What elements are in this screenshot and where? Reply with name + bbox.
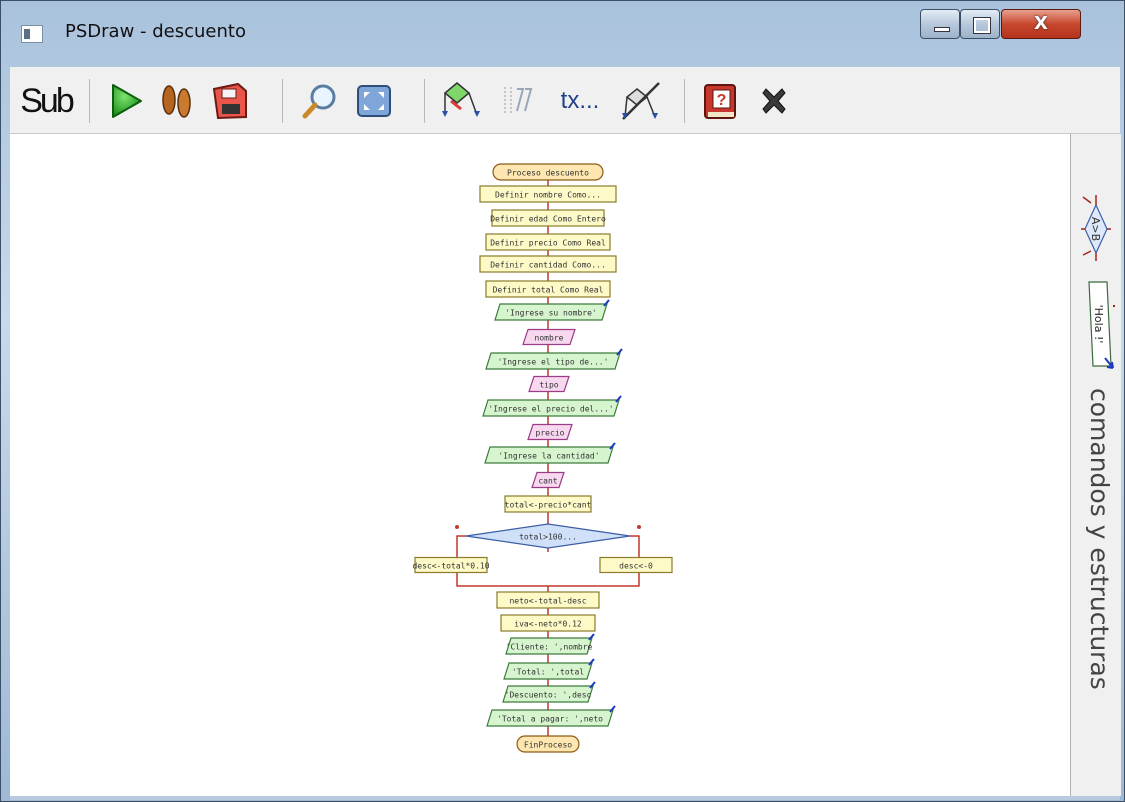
output-command-label: 'Hola !'	[1092, 305, 1105, 344]
help-button[interactable]: ?	[696, 75, 744, 127]
flowchart-node-label: 'Descuento: ',desc	[505, 691, 592, 700]
save-button[interactable]	[206, 75, 254, 127]
condition-structure-label: A>B	[1089, 217, 1102, 241]
condition-structure-item[interactable]: A>B	[1081, 193, 1111, 263]
close-diagram-button[interactable]	[750, 75, 798, 127]
play-icon	[112, 84, 142, 118]
flowchart-node-label: Definir cantidad Como...	[490, 261, 606, 270]
fit-screen-icon	[357, 85, 391, 117]
zoom-button[interactable]	[296, 75, 344, 127]
toolbar-separator	[684, 79, 685, 123]
flowchart-node-label: FinProceso	[524, 741, 572, 750]
flowchart-diagram[interactable]: Proceso descuento Definir nombre Como... D…	[10, 134, 1070, 796]
floppy-disk-icon	[212, 82, 247, 120]
output-command-item[interactable]: 'Hola !'	[1081, 278, 1115, 373]
flowchart-node-label: 'Ingrese el tipo de...'	[498, 358, 609, 367]
minimize-icon	[934, 27, 950, 32]
fit-screen-button[interactable]	[350, 75, 398, 127]
text-button[interactable]: tx...	[550, 75, 610, 127]
flowchart-node-label: nombre	[535, 334, 564, 343]
magnifier-icon	[302, 84, 336, 119]
flowchart-color-icon	[442, 82, 480, 117]
flowchart-node-label: 'Ingrese la cantidad'	[498, 452, 599, 461]
toolbar: Sub tx... ?	[10, 67, 1120, 134]
close-icon: X	[1034, 13, 1048, 34]
help-book-icon: ?	[704, 84, 736, 119]
toolbar-separator	[424, 79, 425, 123]
cut-flowchart-icon	[622, 82, 660, 120]
app-icon	[21, 25, 43, 43]
footprints-icon	[162, 85, 191, 118]
app-window: PSDraw - descuento X Sub tx... ? Proceso…	[0, 0, 1125, 802]
sub-button[interactable]: Sub	[18, 75, 74, 127]
flowchart-node-label: desc<-total*0.10	[412, 562, 489, 571]
flowchart-node-label: 'Total a pagar: ',neto	[497, 715, 603, 724]
svg-text:?: ?	[717, 92, 727, 109]
flowchart-node-label: total>100...	[519, 533, 577, 542]
maximize-button[interactable]	[960, 9, 1000, 39]
commands-panel-title[interactable]: comandos y estructuras	[1074, 388, 1114, 768]
flowchart-node-label: cant	[538, 477, 557, 486]
step-button[interactable]	[152, 75, 200, 127]
flowchart-node-label: tipo	[539, 381, 558, 390]
flowchart-node-label: Definir precio Como Real	[490, 239, 606, 248]
flowchart-node-label: desc<-0	[619, 562, 653, 571]
branch-marker	[637, 525, 641, 529]
flowchart-node-label: 'Ingrese el precio del...'	[488, 405, 613, 414]
text-label: tx...	[560, 87, 600, 114]
run-button[interactable]	[102, 75, 150, 127]
toolbar-separator	[282, 79, 283, 123]
toolbar-separator	[89, 79, 90, 123]
minimize-button[interactable]	[920, 9, 960, 39]
flowchart-node-label: Definir total Como Real	[493, 286, 604, 295]
crop-labels-button[interactable]	[616, 75, 666, 127]
window-title: PSDraw - descuento	[65, 21, 246, 42]
close-x-icon	[762, 88, 786, 114]
flowchart-node-label: iva<-neto*0.12	[514, 620, 582, 629]
flowchart-canvas[interactable]: Proceso descuento Definir nombre Como... D…	[10, 134, 1070, 796]
show-colors-button[interactable]	[436, 75, 486, 127]
branch-marker	[455, 525, 459, 529]
title-bar[interactable]: PSDraw - descuento X	[1, 1, 1124, 63]
flowchart-node-label: 'Total: ',total	[512, 668, 584, 677]
window-bottom-border	[10, 796, 1120, 800]
flowchart-node-label: precio	[536, 429, 565, 438]
comment-icon	[504, 87, 533, 115]
flowchart-node-label: Definir edad Como Entero	[490, 215, 606, 224]
flowchart-node-label: Definir nombre Como...	[495, 191, 601, 200]
flowchart-node-label: neto<-total-desc	[509, 597, 586, 606]
close-button[interactable]: X	[1001, 9, 1081, 39]
flowchart-node-label: total<-precio*cant	[505, 501, 592, 510]
flowchart-node-label: Proceso descuento	[507, 169, 589, 178]
comments-button[interactable]	[494, 75, 544, 127]
maximize-icon	[973, 17, 991, 34]
flowchart-node-label: 'Cliente: ',nombre	[506, 643, 593, 652]
sub-label: Sub	[20, 81, 74, 120]
flowchart-node-label: 'Ingrese su nombre'	[505, 309, 597, 318]
